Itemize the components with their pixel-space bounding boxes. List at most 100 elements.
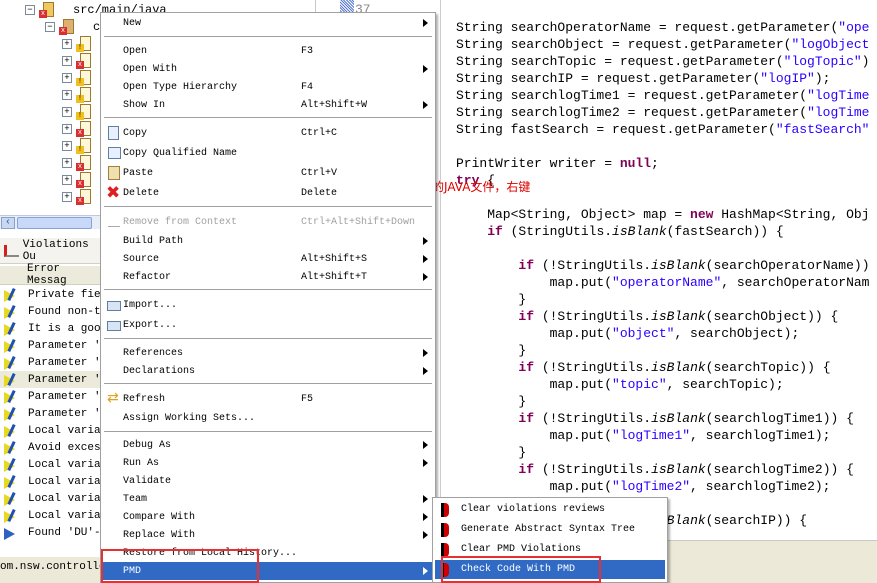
menu-item-open-with[interactable]: Open With [102, 60, 434, 78]
submenu-item-clear-violations-reviews[interactable]: Clear violations reviews [435, 500, 665, 519]
violation-row[interactable]: Local variab [0, 490, 100, 507]
tree-node-java-file[interactable]: +! [62, 69, 92, 86]
code-line: } [456, 445, 527, 460]
tree-horizontal-scrollbar[interactable]: ‹ [0, 215, 100, 229]
menu-separator [104, 289, 432, 291]
menu-item-label: Team [123, 493, 148, 505]
expand-icon[interactable]: + [62, 72, 72, 83]
tree-node-java-file[interactable]: +! [62, 103, 92, 120]
violation-row[interactable]: Local variab [0, 422, 100, 439]
tree-node-java-file[interactable]: +! [62, 35, 92, 52]
java-file-warning-icon: ! [76, 103, 92, 120]
menu-item-shortcut: Ctrl+V [301, 167, 338, 179]
menu-item-copy[interactable]: Copy Ctrl+C [102, 124, 434, 142]
menu-item-shortcut: Delete [301, 187, 338, 199]
expand-icon[interactable]: + [62, 174, 72, 185]
menu-item-label: Copy Qualified Name [123, 147, 238, 159]
violation-row[interactable]: Parameter 'l [0, 337, 100, 354]
tree-node-package[interactable]: − x c [45, 18, 100, 35]
menu-item-open[interactable]: Open F3 [102, 42, 434, 60]
tree-node-java-file[interactable]: + x [62, 154, 92, 171]
code-editor[interactable]: String searchOperatorName = request.getP… [440, 0, 877, 540]
menu-item-label: Refresh [123, 393, 166, 405]
submenu-arrow-icon [423, 255, 428, 263]
expand-icon[interactable]: + [62, 106, 72, 117]
submenu-arrow-icon [423, 513, 428, 521]
menu-item-label: Open [123, 45, 148, 57]
expand-icon[interactable]: + [62, 157, 72, 168]
menu-item-replace-with[interactable]: Replace With [102, 526, 434, 544]
submenu-item-generate-abstract-syntax-tree[interactable]: Generate Abstract Syntax Tree [435, 520, 665, 539]
collapse-icon[interactable]: − [25, 4, 35, 15]
column-header-error-message[interactable]: Error Messag [0, 263, 100, 287]
menu-item-new[interactable]: New [102, 14, 434, 32]
violation-row[interactable]: Avoid excess [0, 439, 100, 456]
expand-icon[interactable]: + [62, 38, 72, 49]
violation-row[interactable]: Parameter 'r [0, 405, 100, 422]
violation-message: Found 'DU'-a [28, 526, 100, 539]
scrollbar-thumb[interactable] [17, 217, 92, 229]
violation-row[interactable]: It is a good [0, 320, 100, 337]
menu-item-delete[interactable]: ✖ Delete Delete [102, 183, 434, 203]
expand-icon[interactable]: + [62, 55, 72, 66]
violation-row[interactable]: Local variab [0, 456, 100, 473]
code-line: String searchlogTime1 = request.getParam… [456, 88, 870, 103]
package-error-icon: x [59, 18, 75, 35]
menu-item-import[interactable]: Import... [102, 296, 434, 314]
menu-item-declarations[interactable]: Declarations [102, 362, 434, 380]
menu-item-validate[interactable]: Validate [102, 472, 434, 490]
tree-node-java-file[interactable]: +! [62, 86, 92, 103]
menu-item-build-path[interactable]: Build Path [102, 232, 434, 250]
violation-message: It is a good [28, 322, 100, 335]
violation-row[interactable]: Parameter 'r [0, 371, 100, 388]
tab-violations-outline[interactable]: Violations Ou [0, 238, 100, 264]
java-file-error-icon: x [76, 120, 92, 137]
violation-message: Private fiel [28, 288, 100, 301]
violation-row[interactable]: Local variab [0, 507, 100, 524]
scroll-left-icon[interactable]: ‹ [1, 217, 15, 229]
menu-item-source[interactable]: Source Alt+Shift+S [102, 250, 434, 268]
expand-icon[interactable]: + [62, 140, 72, 151]
menu-item-run-as[interactable]: Run As [102, 454, 434, 472]
violation-row[interactable]: Local variab [0, 473, 100, 490]
paste-icon [106, 165, 122, 181]
code-line: String fastSearch = request.getParameter… [456, 122, 870, 137]
expand-icon[interactable]: + [62, 191, 72, 202]
code-line: } [456, 343, 527, 358]
code-line: String searchTopic = request.getParamete… [456, 54, 870, 69]
menu-item-label: Assign Working Sets... [123, 412, 256, 424]
remove-context-icon [106, 214, 122, 230]
java-file-error-icon: x [76, 52, 92, 69]
menu-item-refresh[interactable]: ⇄ Refresh F5 [102, 390, 434, 408]
violation-message: Parameter 'r [28, 356, 100, 369]
violation-row[interactable]: Parameter 'r [0, 354, 100, 371]
menu-item-compare-with[interactable]: Compare With [102, 508, 434, 526]
menu-item-shortcut: Alt+Shift+T [301, 271, 368, 283]
menu-item-show-in[interactable]: Show In Alt+Shift+W [102, 96, 434, 114]
menu-item-debug-as[interactable]: Debug As [102, 436, 434, 454]
expand-icon[interactable]: + [62, 89, 72, 100]
menu-item-paste[interactable]: Paste Ctrl+V [102, 164, 434, 182]
java-file-warning-icon: ! [76, 86, 92, 103]
highlight-box-check-code [441, 556, 601, 583]
menu-item-assign-working-sets[interactable]: Assign Working Sets... [102, 409, 434, 427]
violation-row[interactable]: Private fiel [0, 286, 100, 303]
tree-node-java-file[interactable]: +! [62, 137, 92, 154]
menu-item-export[interactable]: Export... [102, 316, 434, 334]
menu-item-team[interactable]: Team [102, 490, 434, 508]
violation-row[interactable]: Found non-tr [0, 303, 100, 320]
menu-item-references[interactable]: References [102, 344, 434, 362]
expand-icon[interactable]: + [62, 123, 72, 134]
menu-item-remove-from-context[interactable]: Remove from Context Ctrl+Alt+Shift+Down [102, 213, 434, 231]
menu-item-refactor[interactable]: Refactor Alt+Shift+T [102, 268, 434, 286]
tree-node-java-file[interactable]: + x [62, 188, 92, 205]
submenu-arrow-icon [423, 101, 428, 109]
collapse-icon[interactable]: − [45, 21, 55, 32]
violation-row[interactable]: Found 'DU'-a [0, 524, 100, 541]
tree-node-java-file[interactable]: + x [62, 171, 92, 188]
tree-node-java-file[interactable]: + x [62, 52, 92, 69]
menu-item-open-type-hierarchy[interactable]: Open Type Hierarchy F4 [102, 78, 434, 96]
violation-row[interactable]: Parameter 'p [0, 388, 100, 405]
tree-node-java-file[interactable]: + x [62, 120, 92, 137]
menu-item-copy-qualified-name[interactable]: Copy Qualified Name [102, 144, 434, 162]
